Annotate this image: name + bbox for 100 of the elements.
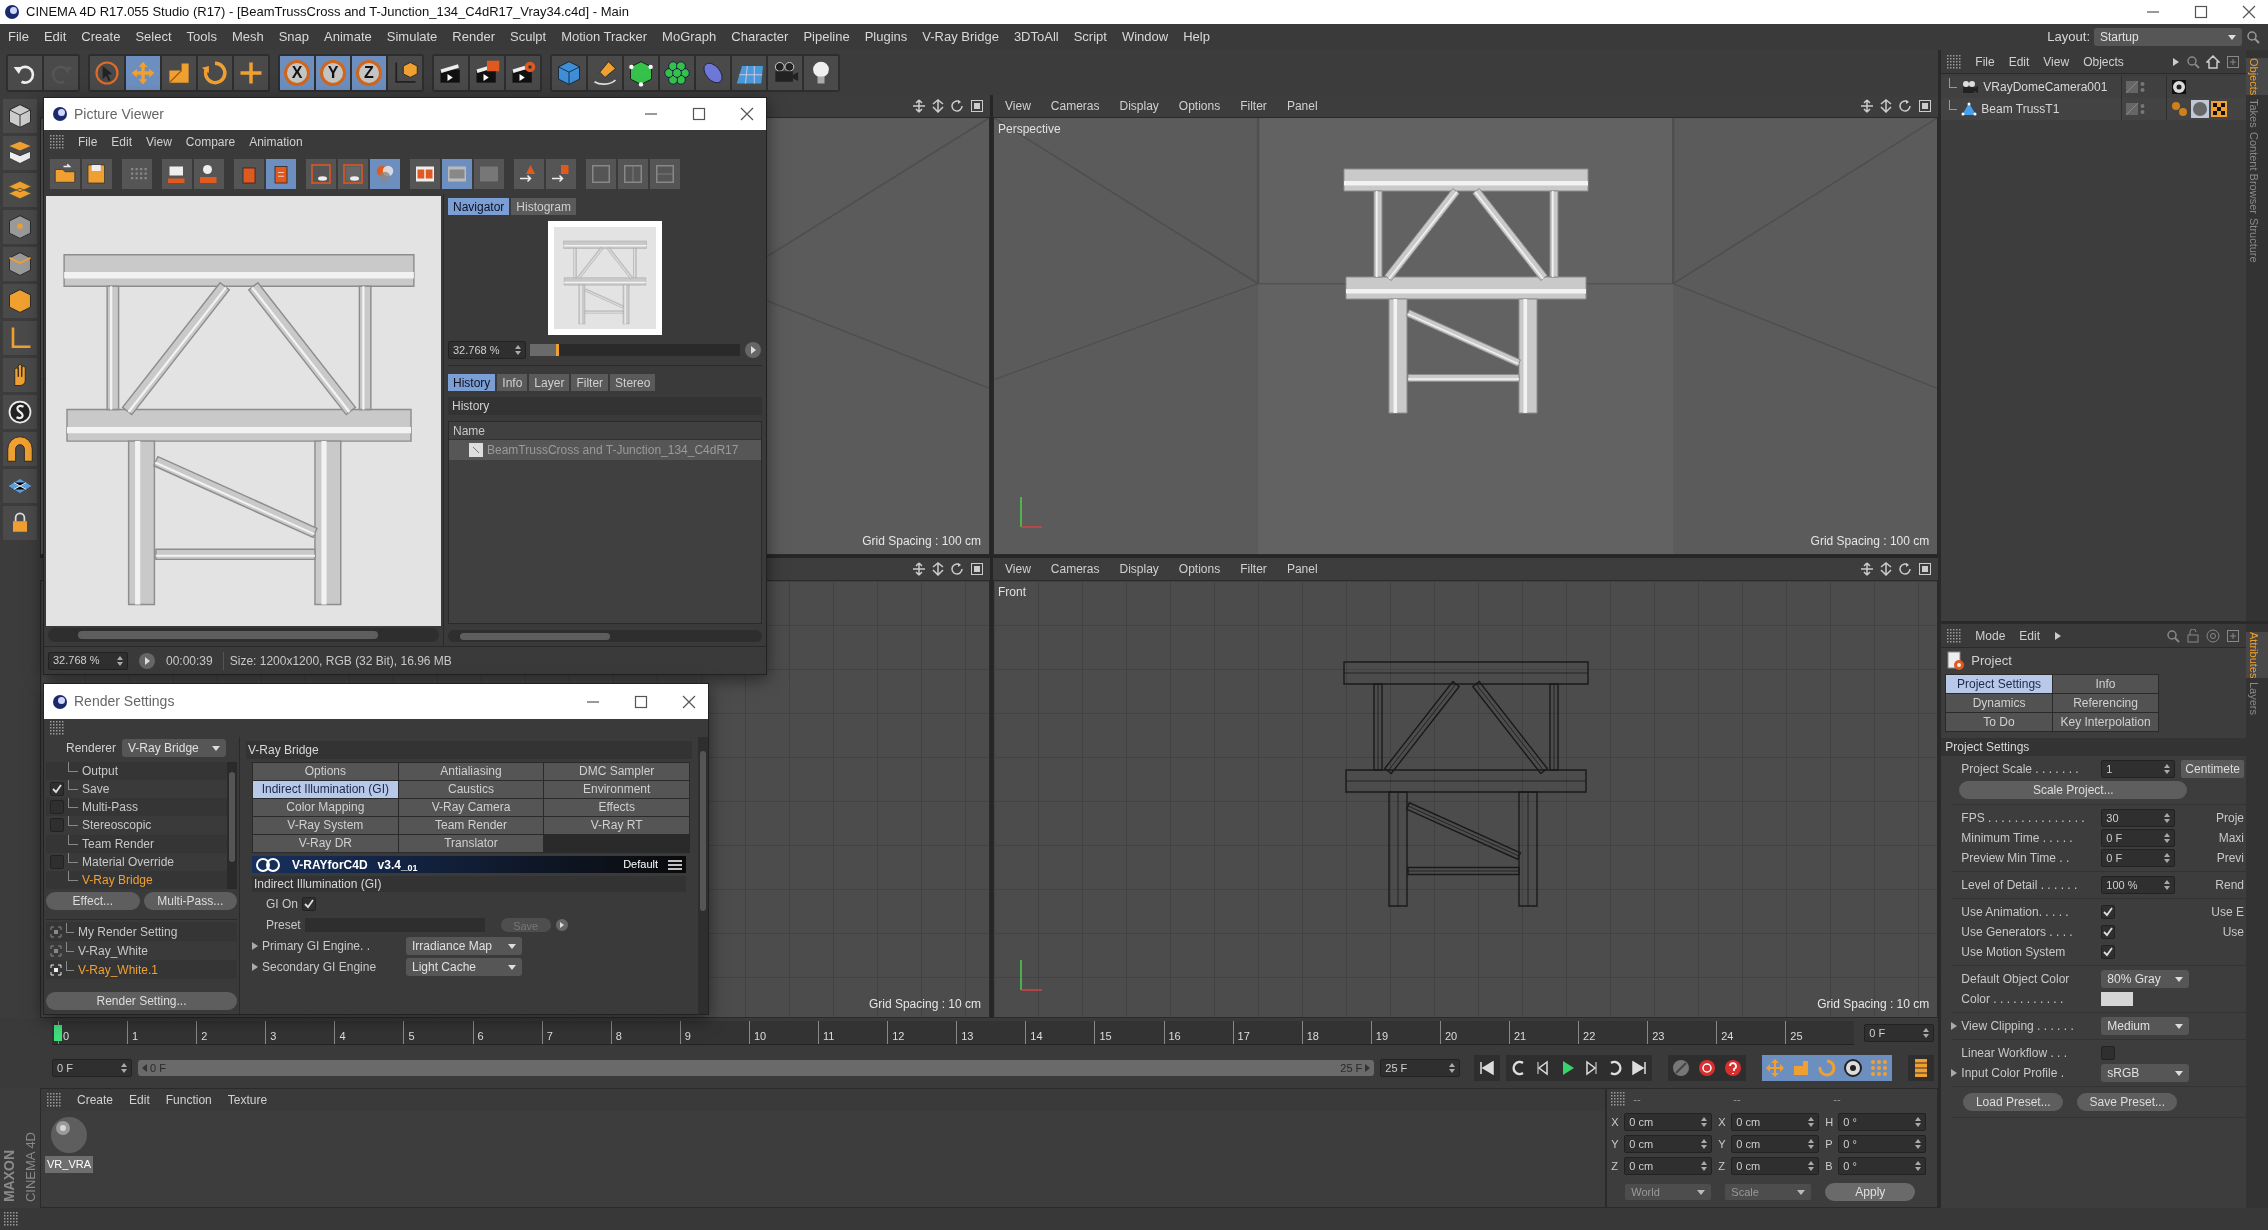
coordinate-field[interactable]: 0 ° <box>1838 1157 1927 1175</box>
axis-lock-button[interactable]: Z <box>352 55 386 90</box>
menu-item[interactable]: Edit <box>2008 52 2030 71</box>
menu-item[interactable]: Create <box>81 27 121 47</box>
menu-item[interactable]: Mode <box>1975 626 2006 645</box>
menu-item[interactable]: Edit <box>111 133 133 151</box>
settings-tab[interactable]: Translator <box>398 835 544 852</box>
side-tab[interactable]: Structure <box>2246 218 2268 263</box>
property-dropdown[interactable]: sRGB <box>2101 1064 2190 1082</box>
settings-tab[interactable]: V-Ray System <box>253 817 398 834</box>
side-tab[interactable]: Attributes <box>2246 632 2268 679</box>
attribute-tab[interactable]: Key Interpolation <box>2052 713 2159 731</box>
settings-tab[interactable]: Team Render <box>398 817 544 834</box>
viewport-menu[interactable]: Display <box>1119 560 1159 578</box>
end-frame-field[interactable]: 25 F <box>1380 1059 1461 1077</box>
coordinate-field[interactable]: 0 cm <box>1624 1135 1713 1153</box>
menu-item[interactable]: Edit <box>129 1091 150 1109</box>
panel-tab[interactable]: Histogram <box>511 198 577 215</box>
side-tab[interactable]: Layers <box>2246 682 2268 716</box>
scale-project-button[interactable]: Scale Project... <box>1959 781 2188 799</box>
coordinate-field[interactable]: 0 cm <box>1624 1157 1713 1175</box>
menu-item[interactable]: Mesh <box>231 27 264 47</box>
axis-lock-button[interactable]: Y <box>316 55 350 90</box>
panel-tab[interactable]: Filter <box>571 374 609 391</box>
viewport-menu[interactable]: View <box>1005 560 1031 578</box>
menu-item[interactable]: Animate <box>324 27 372 47</box>
coordinate-field[interactable]: 0 cm <box>1624 1113 1713 1131</box>
settings-tab[interactable]: V-Ray RT <box>544 817 689 834</box>
menu-item[interactable]: Objects <box>2083 52 2124 71</box>
timeline-ruler[interactable]: 0 1 2 3 4 5 6 7 8 9 10 11 12 13 14 15 16 17 18 19 20 21 22 23 24 25 <box>52 1021 1855 1045</box>
material-name[interactable]: VR_VRA <box>45 1156 94 1173</box>
coordinate-field[interactable]: 0 ° <box>1838 1135 1927 1153</box>
menu-item[interactable]: Create <box>77 1091 114 1109</box>
effect-button[interactable]: Multi-Pass... <box>143 892 237 910</box>
settings-tab[interactable]: Color Mapping <box>253 799 398 816</box>
menu-item[interactable]: Window <box>1121 27 1169 47</box>
zoom-field[interactable]: 32.768 % <box>448 341 526 359</box>
menu-item[interactable]: V-Ray Bridge <box>922 27 999 47</box>
menu-item[interactable]: Compare <box>185 133 236 151</box>
menu-item[interactable]: Tools <box>186 27 217 47</box>
menu-item[interactable]: File <box>78 133 98 151</box>
side-tab[interactable]: Content Browser <box>2246 132 2268 214</box>
engine-dropdown[interactable]: Light Cache <box>406 958 522 976</box>
preset-button[interactable]: Load Preset... <box>1963 1093 2064 1111</box>
axis-lock-button[interactable]: X <box>280 55 314 90</box>
attribute-tab[interactable]: Info <box>2052 675 2159 693</box>
menu-item[interactable]: File <box>1975 52 1995 71</box>
settings-tab[interactable]: V-Ray Camera <box>398 799 544 816</box>
number-field[interactable]: 0 F <box>2101 829 2176 847</box>
settings-tree-item[interactable]: Save <box>82 780 110 799</box>
viewport-menu[interactable]: Display <box>1119 97 1159 115</box>
menu-item[interactable]: Snap <box>278 27 310 47</box>
property-dropdown[interactable]: 80% Gray <box>2101 970 2190 988</box>
panel-tab[interactable]: Info <box>497 374 528 391</box>
viewport-menu[interactable]: Panel <box>1286 97 1318 115</box>
menu-item[interactable]: Sculpt <box>510 27 547 47</box>
number-field[interactable]: 30 <box>2101 809 2176 827</box>
settings-tree-item[interactable]: V-Ray Bridge <box>82 870 153 889</box>
renderer-dropdown[interactable]: V-Ray Bridge <box>122 739 227 757</box>
viewport-menu[interactable]: Cameras <box>1050 560 1100 578</box>
settings-tab[interactable]: V-Ray DR <box>253 835 398 852</box>
settings-tab[interactable]: Caustics <box>398 781 544 798</box>
menu-item[interactable]: Function <box>165 1091 212 1109</box>
object-name[interactable]: VRayDomeCamera001 <box>1983 78 2108 96</box>
engine-dropdown[interactable]: Irradiance Map <box>406 937 522 955</box>
menu-item[interactable]: Help <box>1183 27 1210 47</box>
viewport-menu[interactable]: View <box>1005 97 1031 115</box>
coordinate-field[interactable]: 0 cm <box>1731 1113 1820 1131</box>
menu-item[interactable]: Select <box>135 27 172 47</box>
settings-tree-item[interactable]: Team Render <box>82 834 155 853</box>
panel-tab[interactable]: Layer <box>529 374 570 391</box>
effect-button[interactable]: Effect... <box>46 892 140 910</box>
render-setting-button[interactable]: Render Setting... <box>46 992 237 1010</box>
start-frame-field[interactable]: 0 F <box>52 1059 132 1077</box>
settings-tab[interactable]: DMC Sampler <box>544 763 689 780</box>
menu-item[interactable]: Simulate <box>386 27 438 47</box>
viewport-menu[interactable]: Filter <box>1240 97 1267 115</box>
property-dropdown[interactable]: Medium <box>2101 1017 2190 1035</box>
settings-tab[interactable]: Antialiasing <box>398 763 544 780</box>
menu-item[interactable]: Render <box>452 27 495 47</box>
current-frame-field[interactable]: 0 F <box>1864 1024 1935 1042</box>
menu-item[interactable]: Animation <box>249 133 303 151</box>
viewport-menu[interactable]: Options <box>1178 560 1221 578</box>
menu-item[interactable]: 3DToAll <box>1013 27 1059 47</box>
attribute-tab[interactable]: To Do <box>1946 713 2052 731</box>
menu-item[interactable]: Script <box>1073 27 1107 47</box>
menu-item[interactable]: Pipeline <box>803 27 850 47</box>
number-field[interactable]: 100 % <box>2101 876 2176 894</box>
number-field[interactable]: 0 F <box>2101 849 2176 867</box>
side-tab[interactable]: Takes <box>2246 99 2268 129</box>
menu-item[interactable]: Edit <box>43 27 67 47</box>
menu-item[interactable]: Plugins <box>864 27 908 47</box>
viewport-menu[interactable]: Options <box>1178 97 1221 115</box>
attribute-tab[interactable]: Project Settings <box>1946 675 2052 693</box>
render-setting-item[interactable]: V-Ray_White <box>78 941 149 960</box>
panel-tab[interactable]: Navigator <box>448 198 510 215</box>
viewport-menu[interactable]: Cameras <box>1050 97 1100 115</box>
attribute-tab[interactable]: Dynamics <box>1946 694 2052 712</box>
menu-item[interactable]: View <box>2043 52 2070 71</box>
settings-tab[interactable]: Effects <box>544 799 689 816</box>
